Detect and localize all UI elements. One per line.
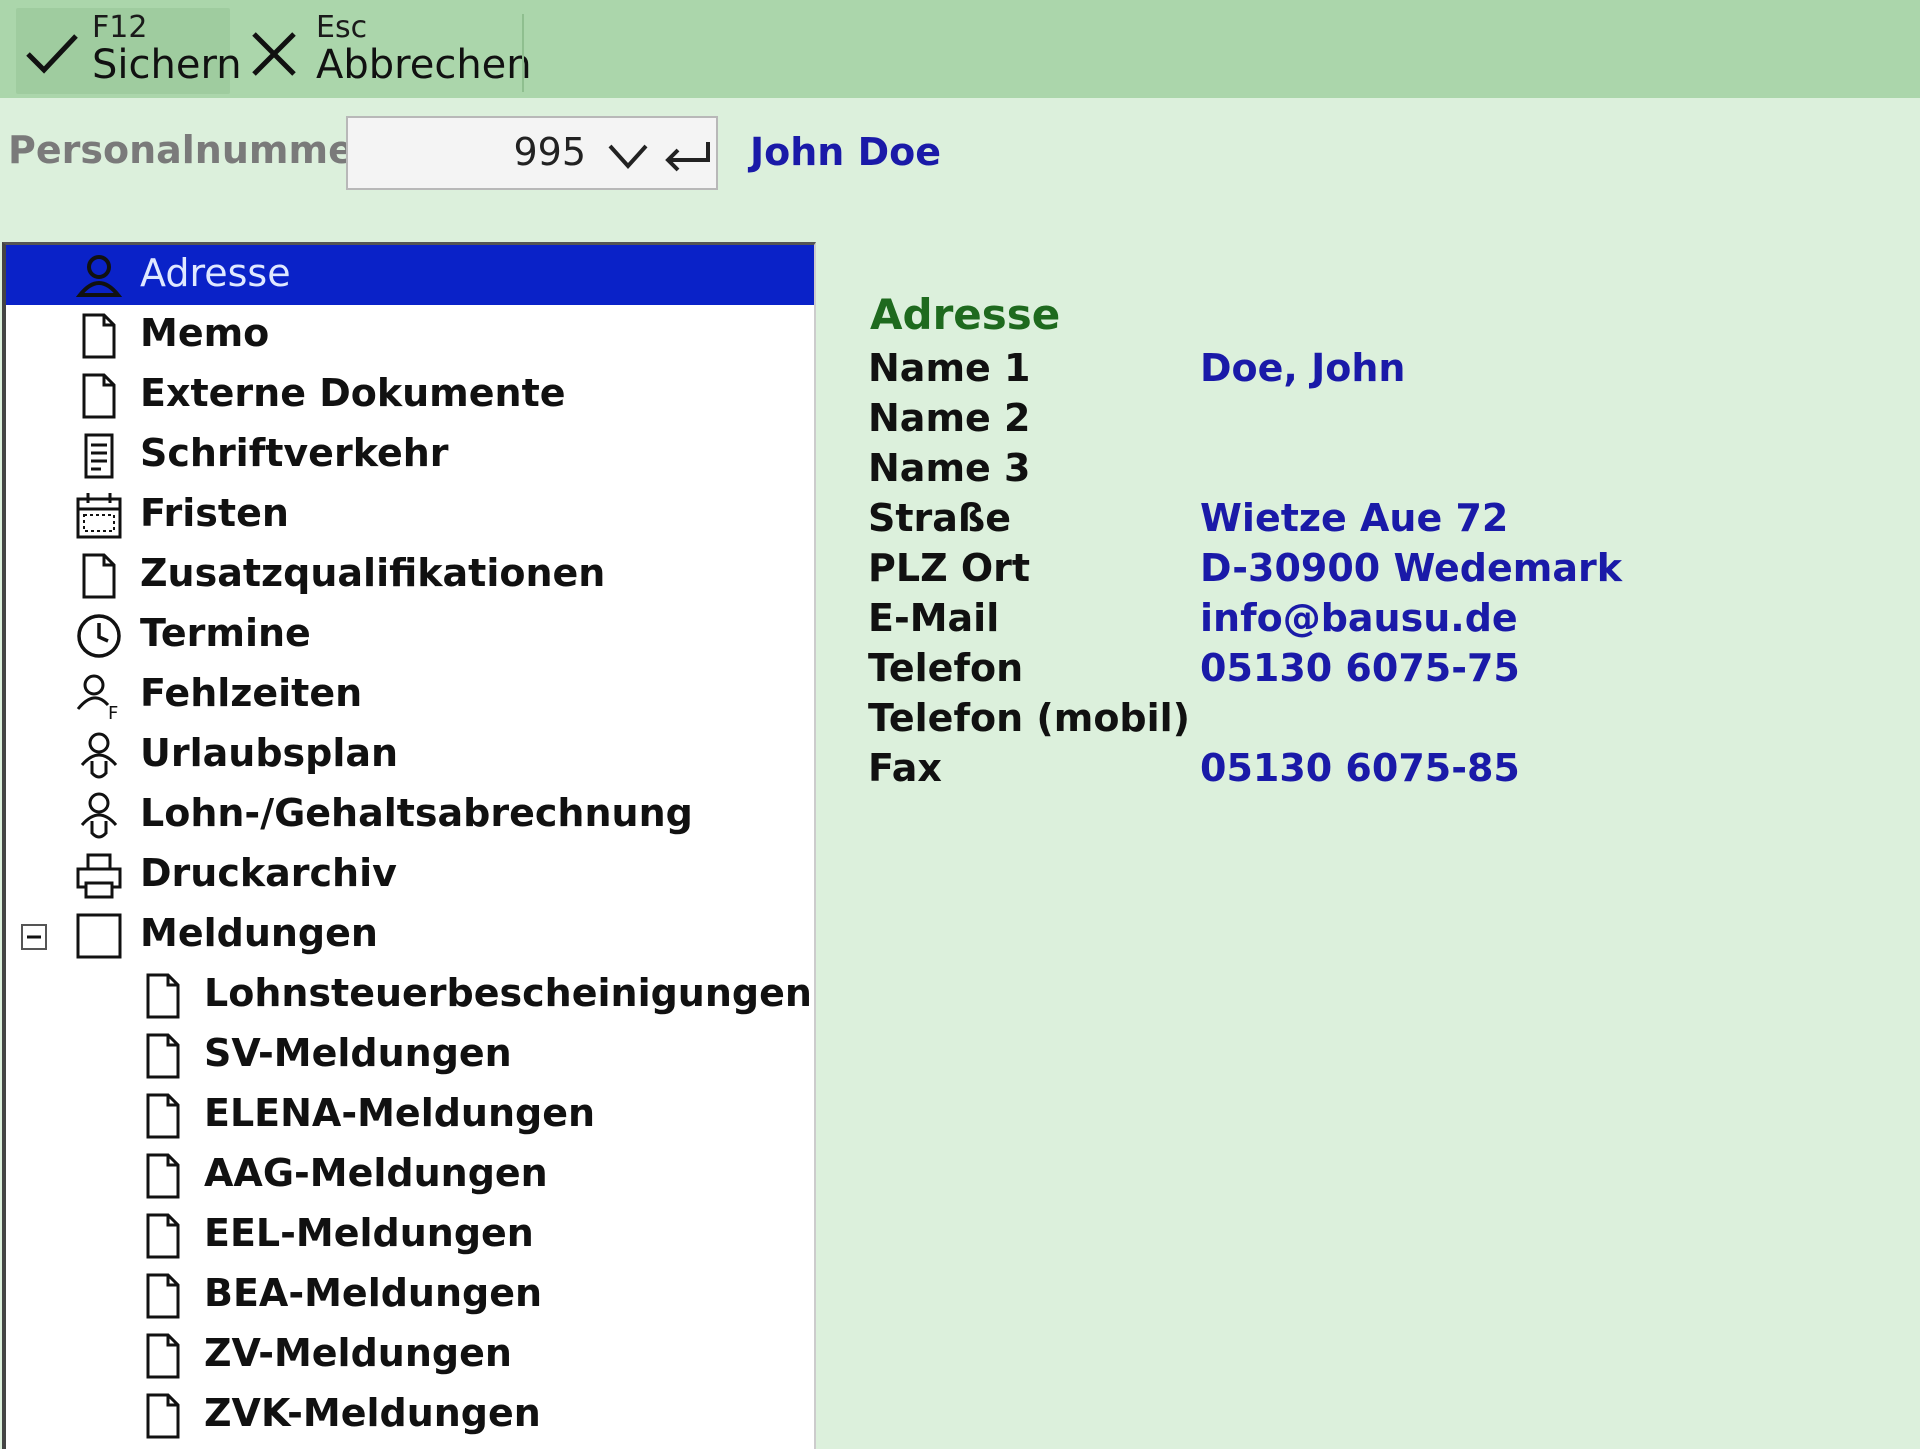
- cancel-button[interactable]: Esc Abbrechen: [240, 8, 532, 94]
- personalnummer-field[interactable]: 995: [346, 116, 718, 190]
- document-icon: [138, 971, 188, 1021]
- tree-item-label: EEL-Meldungen: [204, 1211, 534, 1255]
- person-u-icon: [74, 791, 124, 841]
- tree-item-label: Urlaubsplan: [140, 731, 399, 775]
- navigation-tree: Adresse Memo Externe Dokumente Schriftverke…: [2, 242, 816, 1449]
- tree-item-schriftverkehr[interactable]: Schriftverkehr: [6, 425, 814, 485]
- details-title: Adresse: [870, 290, 1061, 339]
- personalnummer-value: 995: [513, 130, 586, 174]
- clock-icon: [74, 611, 124, 661]
- folder-icon: [74, 911, 124, 961]
- field-label: E-Mail: [868, 596, 1000, 640]
- collapse-icon[interactable]: [20, 923, 48, 951]
- person-icon: [74, 251, 124, 301]
- field-label: Name 3: [868, 446, 1031, 490]
- svg-text:F: F: [108, 703, 118, 721]
- tree-item-termine[interactable]: Termine: [6, 605, 814, 665]
- tree-item-externe-dokumente[interactable]: Externe Dokumente: [6, 365, 814, 425]
- tree-item-druckarchiv[interactable]: Druckarchiv: [6, 845, 814, 905]
- cancel-shortcut: Esc: [316, 10, 368, 45]
- tree-item-label: Memo: [140, 311, 270, 355]
- field-value: D-30900 Wedemark: [1200, 546, 1623, 590]
- tree-item-elena-meldungen[interactable]: ELENA-Meldungen: [6, 1085, 814, 1145]
- document-icon: [74, 551, 124, 601]
- save-label: Sichern: [92, 42, 242, 88]
- tree-item-label: ELENA-Meldungen: [204, 1091, 596, 1135]
- tree-item-aag-meldungen[interactable]: AAG-Meldungen: [6, 1145, 814, 1205]
- field-label: Name 1: [868, 346, 1031, 390]
- tree-item-label: Meldungen: [140, 911, 378, 955]
- document-icon: [138, 1391, 188, 1441]
- document-icon: [74, 371, 124, 421]
- tree-item-label: Lohnsteuerbescheinigungen: [204, 971, 812, 1015]
- tree-item-label: Fehlzeiten: [140, 671, 363, 715]
- tree-item-zusatzqualifikationen[interactable]: Zusatzqualifikationen: [6, 545, 814, 605]
- letter-icon: [74, 431, 124, 481]
- field-value: info@bausu.de: [1200, 596, 1518, 640]
- field-value: 05130 6075-75: [1200, 646, 1520, 690]
- employee-name: John Doe: [750, 130, 942, 174]
- document-icon: [74, 311, 124, 361]
- field-label: Telefon (mobil): [868, 696, 1191, 740]
- tree-item-label: Fristen: [140, 491, 289, 535]
- field-value: 05130 6075-85: [1200, 746, 1520, 790]
- document-icon: [138, 1271, 188, 1321]
- personalnummer-label: Personalnummer: [8, 128, 373, 172]
- field-value: Wietze Aue 72: [1200, 496, 1509, 540]
- document-icon: [138, 1211, 188, 1261]
- toolbar-separator: [522, 14, 524, 92]
- tree-item-label: BEA-Meldungen: [204, 1271, 543, 1315]
- printer-icon: [74, 851, 124, 901]
- tree-item-memo[interactable]: Memo: [6, 305, 814, 365]
- document-icon: [138, 1091, 188, 1141]
- cancel-label: Abbrechen: [316, 42, 532, 88]
- field-label: Telefon: [868, 646, 1024, 690]
- tree-item-label: Druckarchiv: [140, 851, 397, 895]
- field-value: Doe, John: [1200, 346, 1406, 390]
- tree-item-label: Schriftverkehr: [140, 431, 449, 475]
- tree-item-lohnsteuerbescheinigungen[interactable]: Lohnsteuerbescheinigungen: [6, 965, 814, 1025]
- tree-item-label: Lohn-/Gehaltsabrechnung: [140, 791, 693, 835]
- tree-item-label: Adresse: [140, 251, 291, 295]
- close-icon: [252, 32, 296, 76]
- tree-item-label: AAG-Meldungen: [204, 1151, 548, 1195]
- tree-item-label: Termine: [140, 611, 311, 655]
- tree-item-bea-meldungen[interactable]: BEA-Meldungen: [6, 1265, 814, 1325]
- tree-item-eel-meldungen[interactable]: EEL-Meldungen: [6, 1205, 814, 1265]
- tree-item-meldungen[interactable]: Meldungen: [6, 905, 814, 965]
- toolbar: F12 Sichern Esc Abbrechen: [0, 0, 1920, 98]
- document-icon: [138, 1331, 188, 1381]
- save-shortcut: F12: [92, 10, 148, 45]
- chevron-down-icon[interactable]: [606, 138, 650, 172]
- field-label: Straße: [868, 496, 1012, 540]
- tree-item-urlaubsplan[interactable]: Urlaubsplan: [6, 725, 814, 785]
- tree-item-fristen[interactable]: Fristen: [6, 485, 814, 545]
- save-button[interactable]: F12 Sichern: [16, 8, 242, 94]
- document-icon: [138, 1151, 188, 1201]
- field-label: PLZ Ort: [868, 546, 1031, 590]
- tree-item-label: Zusatzqualifikationen: [140, 551, 606, 595]
- person-f-icon: F: [74, 671, 124, 724]
- tree-item-zv-meldungen[interactable]: ZV-Meldungen: [6, 1325, 814, 1385]
- tree-item-fehlzeiten[interactable]: F Fehlzeiten: [6, 665, 814, 725]
- tree-item-lohn-gehaltsabrechnung[interactable]: Lohn-/Gehaltsabrechnung: [6, 785, 814, 845]
- field-label: Fax: [868, 746, 942, 790]
- tree-item-zvk-meldungen[interactable]: ZVK-Meldungen: [6, 1385, 814, 1445]
- calendar-icon: [74, 491, 124, 541]
- checkmark-icon: [26, 34, 78, 74]
- tree-item-label: SV-Meldungen: [204, 1031, 512, 1075]
- tree-item-sv-meldungen[interactable]: SV-Meldungen: [6, 1025, 814, 1085]
- tree-item-adresse[interactable]: Adresse: [6, 245, 814, 305]
- document-icon: [138, 1031, 188, 1081]
- person-u-icon: [74, 731, 124, 781]
- enter-icon[interactable]: [662, 138, 712, 172]
- tree-item-label: ZV-Meldungen: [204, 1331, 512, 1375]
- tree-item-label: Externe Dokumente: [140, 371, 566, 415]
- tree-item-label: ZVK-Meldungen: [204, 1391, 541, 1435]
- field-label: Name 2: [868, 396, 1031, 440]
